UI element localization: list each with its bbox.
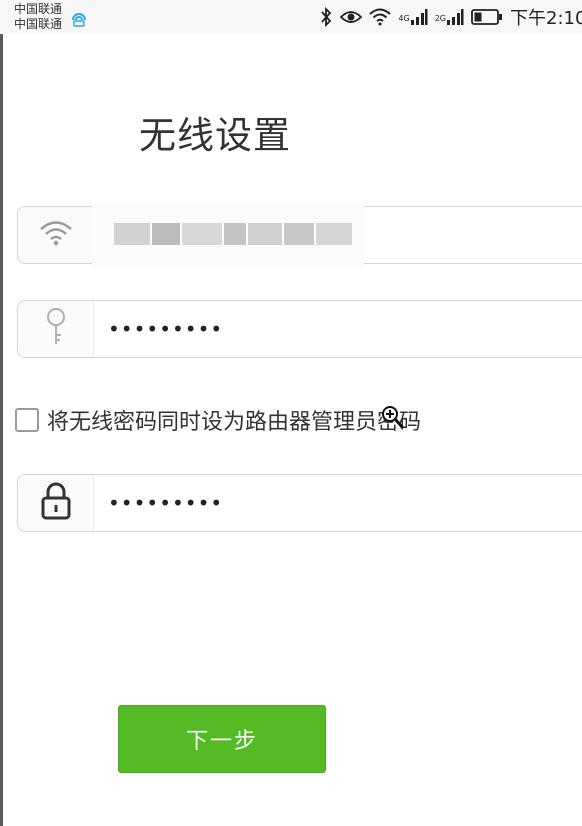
screen: 中国联通 中国联通 4G 2G 下午2:10 无线设置 ••••••••• 将无… (0, 0, 582, 826)
signal-2g-icon: 2G (435, 8, 464, 26)
page-title: 无线设置 (139, 114, 291, 157)
clock: 下午2:10 (510, 8, 582, 29)
network-2g-label: 2G (434, 14, 446, 23)
wifi-password-value[interactable]: ••••••••• (108, 301, 223, 357)
ssid-icon-cell (18, 207, 94, 263)
bluetooth-icon (319, 7, 333, 27)
wifi-password-field[interactable]: ••••••••• (17, 300, 582, 358)
hotspot-icon (70, 6, 88, 32)
wifi-icon (369, 8, 392, 26)
eye-icon (340, 8, 363, 26)
ssid-field[interactable] (17, 203, 582, 267)
sync-password-row[interactable]: 将无线密码同时设为路由器管理员密码 (15, 404, 421, 436)
carrier-1-label: 中国联通 (14, 2, 63, 16)
status-bar: 中国联通 中国联通 4G 2G 下午2:10 (0, 0, 582, 34)
admin-password-value[interactable]: ••••••••• (108, 475, 223, 531)
key-icon (43, 307, 69, 351)
lock-icon (39, 481, 73, 525)
network-4g-label: 4G (398, 14, 410, 23)
admin-password-field[interactable]: ••••••••• (17, 474, 582, 532)
wifi-icon (39, 219, 73, 251)
status-icons: 4G 2G 下午2:10 (319, 0, 582, 34)
signal-4g-icon: 4G (398, 8, 428, 26)
wifi-password-icon-cell (18, 301, 94, 357)
battery-icon (471, 8, 503, 26)
carrier-2-label: 中国联通 (14, 17, 63, 31)
window-edge (0, 0, 3, 826)
carrier-info: 中国联通 中国联通 (14, 2, 94, 32)
zoom-cursor-icon (380, 404, 406, 436)
next-step-button[interactable]: 下一步 (118, 705, 326, 773)
sync-password-checkbox[interactable] (15, 408, 39, 432)
admin-password-icon-cell (18, 475, 94, 531)
sync-password-label[interactable]: 将无线密码同时设为路由器管理员密码 (47, 404, 421, 436)
ssid-value-redacted[interactable] (92, 203, 364, 267)
